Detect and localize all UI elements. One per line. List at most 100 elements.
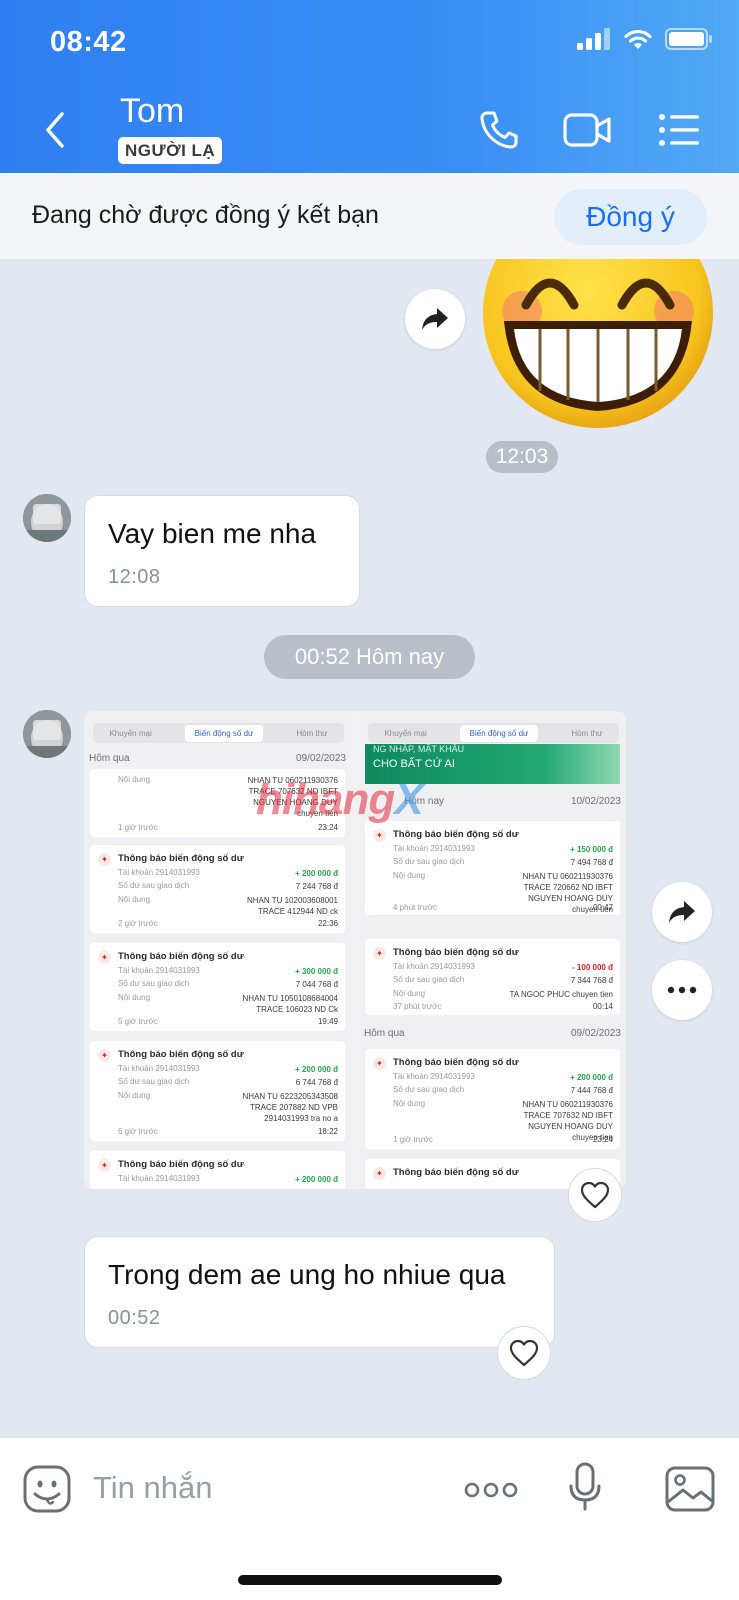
account-label: Tài khoản 2914031993 bbox=[118, 1064, 200, 1073]
balance-label: Số dư sau giao dịch bbox=[118, 979, 190, 988]
card-title: Thông báo biến động số dư bbox=[118, 1049, 244, 1060]
more-icon bbox=[667, 986, 697, 994]
watermark-text: X bbox=[394, 775, 423, 824]
bank-logo-icon: ✦ bbox=[98, 853, 111, 866]
message-input[interactable]: Tin nhắn bbox=[93, 1470, 213, 1506]
video-call-button[interactable] bbox=[562, 108, 614, 152]
account-label: Tài khoản 2914031993 bbox=[393, 962, 475, 971]
account-label: Tài khoản 2914031993 bbox=[118, 1174, 200, 1183]
send-image-button[interactable] bbox=[665, 1466, 715, 1517]
account-label: Tài khoản 2914031993 bbox=[118, 966, 200, 975]
tab-inbox: Hòm thư bbox=[571, 728, 603, 738]
message-text: Vay bien me nha bbox=[108, 518, 317, 549]
balance-label: Số dư sau giao dịch bbox=[118, 881, 190, 890]
content-line: NHAN TU 1050108684004 bbox=[242, 994, 338, 1003]
balance: 6 744 768 đ bbox=[295, 1078, 338, 1087]
accept-friend-button[interactable]: Đồng ý bbox=[554, 189, 707, 245]
voice-call-button[interactable] bbox=[474, 108, 524, 152]
contact-avatar[interactable] bbox=[23, 494, 71, 542]
contact-avatar[interactable] bbox=[23, 710, 71, 758]
time-clock: 00:14 bbox=[592, 1002, 613, 1011]
amount: + 200 000 đ bbox=[570, 1073, 613, 1082]
day-header: Hôm qua 09/02/2023 bbox=[364, 1028, 621, 1039]
time-ago: 6 giờ trước bbox=[118, 1127, 158, 1136]
more-options-button[interactable] bbox=[652, 960, 712, 1020]
balance-label: Số dư sau giao dịch bbox=[393, 975, 465, 984]
content-line: TRACE 412944 ND ck bbox=[257, 907, 338, 916]
sticker-icon bbox=[23, 1465, 71, 1513]
message-bubble-2[interactable]: Trong dem ae ung ho nhiue qua 00:52 bbox=[84, 1236, 555, 1348]
react-heart-button[interactable] bbox=[497, 1326, 551, 1380]
message-bubble-1[interactable]: Vay bien me nha 12:08 bbox=[84, 495, 360, 607]
bank-logo-icon: ✦ bbox=[373, 829, 386, 842]
time-ago: 37 phút trước bbox=[393, 1002, 442, 1011]
heart-icon bbox=[580, 1181, 610, 1209]
banner-text: CHO BẤT CỨ AI bbox=[373, 758, 455, 770]
sticker-button[interactable] bbox=[22, 1464, 72, 1519]
wifi-icon bbox=[624, 29, 652, 49]
content-line: TRACE 207882 ND VPB bbox=[249, 1103, 338, 1112]
bank-logo-icon: ✦ bbox=[98, 1049, 111, 1062]
forward-image-button[interactable] bbox=[652, 882, 712, 942]
avatar-image bbox=[23, 494, 71, 542]
content-label: Nội dung bbox=[393, 989, 426, 998]
grinning-face-sticker[interactable] bbox=[480, 259, 716, 431]
card-title: Thông báo biến động số dư bbox=[393, 1167, 519, 1178]
content-line: NHAN TU 6223205343508 bbox=[242, 1092, 338, 1101]
content-line: 2914031993 tra no a bbox=[264, 1114, 338, 1123]
status-icons bbox=[577, 28, 713, 50]
transaction-card: ✦ Thông báo biến động số dư Tài khoản 29… bbox=[365, 821, 620, 915]
content-line: NGUYEN HOANG DUY bbox=[528, 1122, 613, 1131]
friend-request-text: Đang chờ được đồng ý kết bạn bbox=[32, 201, 379, 229]
chat-header: 08:42 Tom NGƯỜI LẠ bbox=[0, 0, 739, 173]
balance: 7 344 768 đ bbox=[570, 976, 613, 985]
card-title: Thông báo biến động số dư bbox=[393, 947, 519, 958]
more-actions-button[interactable] bbox=[464, 1482, 518, 1503]
watermark-text: hihang bbox=[256, 775, 395, 824]
message-time: 00:52 bbox=[108, 1307, 161, 1329]
content-value: NHAN TU 102003608001 TRACE 412944 ND ck bbox=[247, 895, 338, 917]
time-clock: 00:47 bbox=[592, 903, 613, 912]
chat-options-button[interactable] bbox=[656, 108, 702, 152]
react-heart-button[interactable] bbox=[568, 1168, 622, 1222]
bank-tabs: Khuyến mại Biến động số dư Hòm thư bbox=[368, 723, 619, 743]
day-header: Hôm qua 09/02/2023 bbox=[89, 753, 346, 764]
time-ago: 1 giờ trước bbox=[393, 1135, 433, 1144]
content-label: Nội dung bbox=[118, 1091, 151, 1100]
voice-message-button[interactable] bbox=[568, 1462, 602, 1517]
content-value: TA NGOC PHUC chuyen tien bbox=[510, 989, 613, 1000]
card-title: Thông báo biến động số dư bbox=[118, 1159, 244, 1170]
status-time: 08:42 bbox=[50, 26, 127, 58]
bank-logo-icon: ✦ bbox=[373, 1057, 386, 1070]
account-label: Tài khoản 2914031993 bbox=[118, 868, 200, 877]
content-line: TRACE 720662 ND IBFT bbox=[523, 883, 613, 892]
content-label: Nội dung bbox=[118, 775, 151, 784]
amount: - 100 000 đ bbox=[572, 963, 613, 972]
time-ago: 1 giờ trước bbox=[118, 823, 158, 832]
home-indicator[interactable] bbox=[238, 1575, 502, 1585]
contact-name[interactable]: Tom bbox=[120, 92, 184, 131]
transaction-card: ✦ Thông báo biến động số dư Tài khoản 29… bbox=[90, 1041, 345, 1141]
content-label: Nội dung bbox=[393, 871, 426, 880]
balance-label: Số dư sau giao dịch bbox=[393, 1085, 465, 1094]
content-label: Nội dung bbox=[393, 1099, 426, 1108]
avatar-image bbox=[23, 710, 71, 758]
forward-sticker-button[interactable] bbox=[405, 289, 465, 349]
date-separator: 00:52 Hôm nay bbox=[264, 635, 475, 679]
content-label: Nội dung bbox=[118, 895, 151, 904]
tab-balance-changes: Biến động số dư bbox=[459, 724, 539, 742]
back-button[interactable] bbox=[40, 108, 80, 152]
bank-logo-icon: ✦ bbox=[98, 1159, 111, 1172]
time-clock: 19:49 bbox=[317, 1017, 338, 1026]
day-label: Hôm qua bbox=[89, 753, 130, 764]
transaction-card: ✦ Thông báo biến động số dư Tài khoản 29… bbox=[365, 939, 620, 1015]
stranger-badge: NGƯỜI LẠ bbox=[118, 137, 223, 164]
content-line: NHAN TU 060211930376 bbox=[522, 1100, 613, 1109]
content-value: NHAN TU 6223205343508 TRACE 207882 ND VP… bbox=[243, 1091, 338, 1124]
day-label: Hôm qua bbox=[364, 1028, 405, 1039]
account-label: Tài khoản 2914031993 bbox=[393, 1072, 475, 1081]
phone-icon bbox=[480, 111, 518, 149]
content-line: TRACE 707632 ND IBFT bbox=[523, 1111, 613, 1120]
tab-promotions: Khuyến mại bbox=[109, 728, 152, 738]
content-line: NHAN TU 060211930376 bbox=[522, 872, 613, 881]
